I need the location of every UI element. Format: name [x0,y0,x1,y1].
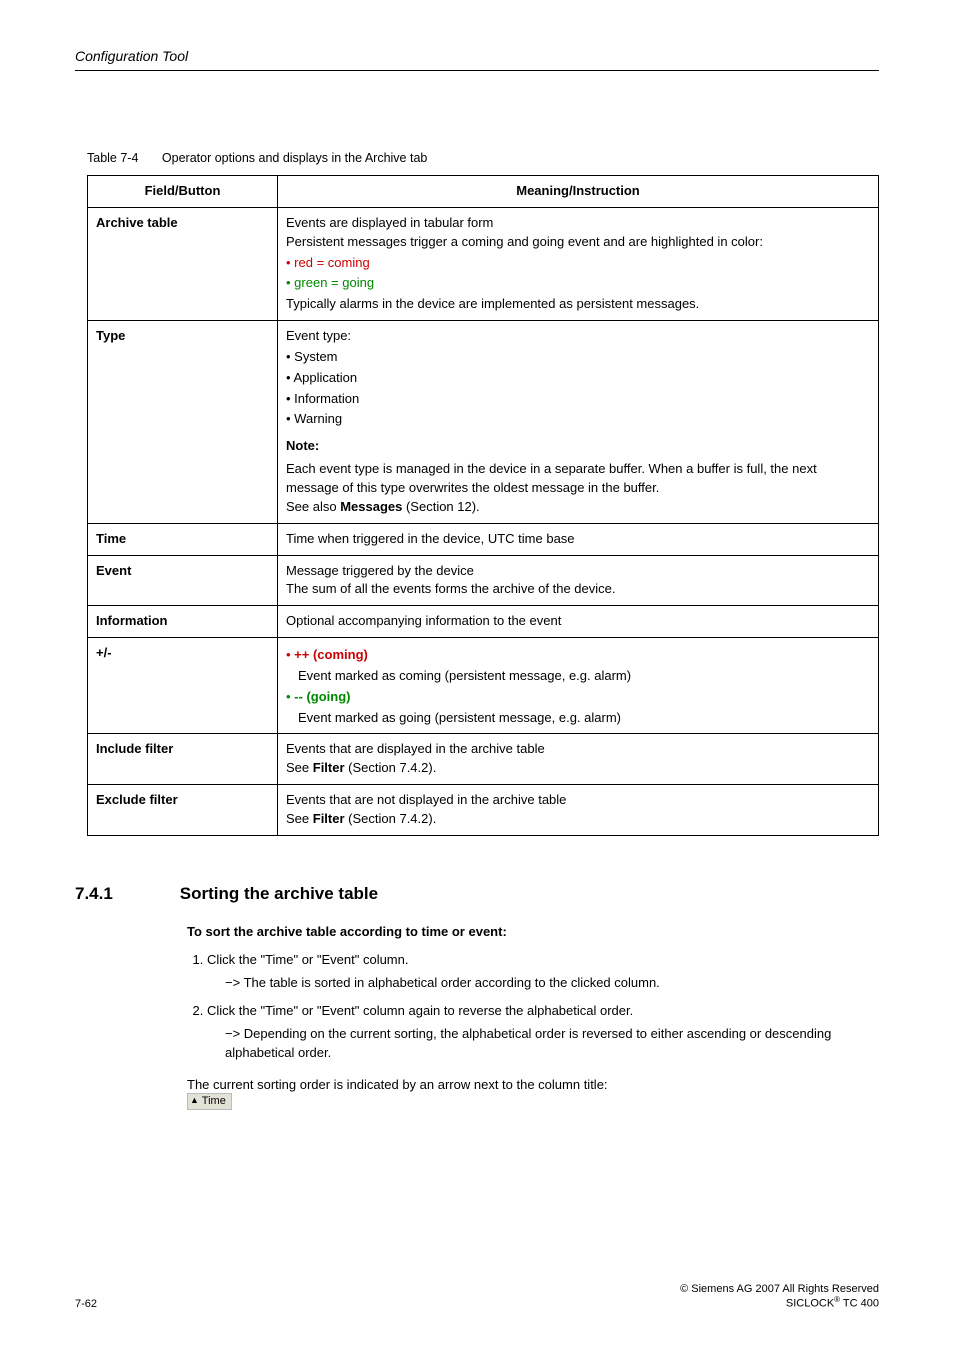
meaning-time: Time when triggered in the device, UTC t… [278,523,879,555]
table-caption: Table 7-4 Operator options and displays … [75,151,879,165]
bullet-system: System [286,348,870,367]
table-row: Include filter Events that are displayed… [88,734,879,785]
sort-arrow-icon: ▲ [190,1095,199,1106]
field-exclude-filter: Exclude filter [88,785,278,836]
table-row: Event Message triggered by the device Th… [88,555,879,606]
meaning-information: Optional accompanying information to the… [278,606,879,638]
table-row: Type Event type: System Application Info… [88,321,879,524]
step-2: Click the "Time" or "Event" column again… [207,1002,879,1063]
table-header-row: Field/Button Meaning/Instruction [88,176,879,208]
col-field-button: Field/Button [88,176,278,208]
see-prefix: See [286,760,313,775]
section-number: 7.4.1 [75,884,175,904]
see-line: See Filter (Section 7.4.2). [286,810,870,829]
see-suffix: (Section 12). [402,499,479,514]
product-name: SICLOCK [786,1298,834,1310]
text-line: Event type: [286,327,870,346]
bullet-green-going: green = going [286,274,870,293]
see-bold: Filter [313,811,345,826]
table-caption-text: Operator options and displays in the Arc… [162,151,427,165]
copyright-line: © Siemens AG 2007 All Rights Reserved [680,1283,879,1295]
step-1-result-text: The table is sorted in alphabetical orde… [244,975,660,990]
see-bold: Filter [313,760,345,775]
bullet-red-coming: red = coming [286,254,870,273]
table-row: Information Optional accompanying inform… [88,606,879,638]
procedure-title: To sort the archive table according to t… [187,924,879,939]
field-type: Type [88,321,278,524]
section-title: Sorting the archive table [180,884,378,903]
bullet-going: -- (going) [286,688,870,707]
see-suffix: (Section 7.4.2). [345,811,437,826]
note-text: Each event type is managed in the device… [286,460,870,498]
meaning-include-filter: Events that are displayed in the archive… [278,734,879,785]
copyright-text: Siemens AG 2007 All Rights Reserved [691,1283,879,1295]
table-row: Time Time when triggered in the device, … [88,523,879,555]
step-2-result-text: Depending on the current sorting, the al… [225,1026,831,1060]
meaning-archive-table: Events are displayed in tabular form Per… [278,207,879,320]
footer-right: © Siemens AG 2007 All Rights Reserved SI… [680,1283,879,1310]
field-archive-table: Archive table [88,207,278,320]
field-event: Event [88,555,278,606]
text-line: Events are displayed in tabular form [286,214,870,233]
page: Configuration Tool Table 7-4 Operator op… [0,0,954,1350]
text-line: Typically alarms in the device are imple… [286,295,870,314]
time-chip-label: Time [202,1095,226,1107]
procedure-steps: Click the "Time" or "Event" column. −> T… [187,951,879,1063]
see-suffix: (Section 7.4.2). [345,760,437,775]
coming-desc: Event marked as coming (persistent messa… [286,667,870,686]
table-row: Exclude filter Events that are not displ… [88,785,879,836]
bullet-information: Information [286,390,870,409]
text-line: The sum of all the events forms the arch… [286,580,870,599]
page-footer: 7-62 © Siemens AG 2007 All Rights Reserv… [75,1283,879,1310]
product-line: SICLOCK® TC 400 [680,1295,879,1310]
page-number: 7-62 [75,1298,97,1310]
bullet-warning: Warning [286,410,870,429]
field-plus-minus: +/- [88,638,278,734]
see-prefix: See [286,811,313,826]
text-line: Events that are displayed in the archive… [286,740,870,759]
step-2-text: Click the "Time" or "Event" column again… [207,1003,633,1018]
step-1-result: −> The table is sorted in alphabetical o… [225,974,879,993]
note-label: Note: [286,437,870,456]
table-row: Archive table Events are displayed in ta… [88,207,879,320]
field-information: Information [88,606,278,638]
step-1: Click the "Time" or "Event" column. −> T… [207,951,879,993]
bullet-application: Application [286,369,870,388]
options-table: Field/Button Meaning/Instruction Archive… [87,175,879,836]
field-include-filter: Include filter [88,734,278,785]
see-also: See also Messages (Section 12). [286,498,870,517]
table-number: Table 7-4 [87,151,138,165]
see-line: See Filter (Section 7.4.2). [286,759,870,778]
bullet-coming-label: ++ (coming) [294,647,368,662]
step-2-result: −> Depending on the current sorting, the… [225,1025,879,1063]
bullet-coming: ++ (coming) [286,646,870,665]
meaning-event: Message triggered by the device The sum … [278,555,879,606]
product-model: TC 400 [840,1298,879,1310]
section-body: To sort the archive table according to t… [75,924,879,1110]
table-row: +/- ++ (coming) Event marked as coming (… [88,638,879,734]
meaning-plus-minus: ++ (coming) Event marked as coming (pers… [278,638,879,734]
text-line: Events that are not displayed in the arc… [286,791,870,810]
text-line: Message triggered by the device [286,562,870,581]
running-head: Configuration Tool [75,48,879,71]
field-time: Time [88,523,278,555]
meaning-type: Event type: System Application Informati… [278,321,879,524]
meaning-exclude-filter: Events that are not displayed in the arc… [278,785,879,836]
step-1-text: Click the "Time" or "Event" column. [207,952,408,967]
see-bold: Messages [340,499,402,514]
text-line: Persistent messages trigger a coming and… [286,233,870,252]
going-desc: Event marked as going (persistent messag… [286,709,870,728]
section-heading: 7.4.1 Sorting the archive table [75,884,879,904]
time-column-chip: ▲ Time [187,1093,232,1110]
closing-text: The current sorting order is indicated b… [187,1077,879,1092]
see-prefix: See also [286,499,340,514]
col-meaning: Meaning/Instruction [278,176,879,208]
bullet-going-label: -- (going) [294,689,350,704]
